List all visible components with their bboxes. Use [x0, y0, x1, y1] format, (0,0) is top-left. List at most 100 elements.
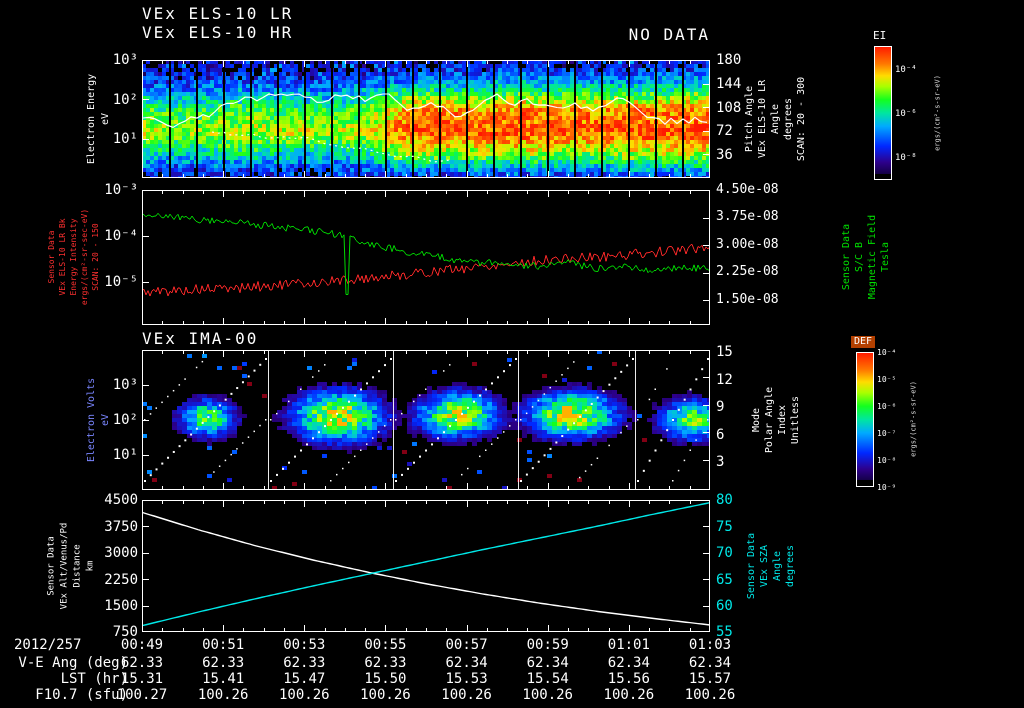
time-tick-label: 00:57: [445, 637, 488, 653]
info-row-value: 62.33: [120, 655, 164, 671]
panel1-title-lr: VEx ELS-10 LR: [142, 4, 294, 23]
y-tick-label: 180: [716, 52, 742, 69]
panel3-right-axis-label: Polar Angle: [764, 386, 775, 454]
panel2-right-axis-label: Tesla: [880, 241, 891, 273]
time-tick-label: 00:53: [283, 637, 326, 653]
info-row-value: 62.34: [688, 655, 732, 671]
info-row-value: 100.26: [603, 687, 655, 703]
info-row-value: 62.34: [607, 655, 650, 671]
panel3-right-axis-label: Index: [777, 404, 788, 436]
info-row-value: 15.56: [607, 671, 650, 687]
time-tick-label: 00:51: [202, 637, 245, 653]
panel3-y-axis-label: eV: [100, 413, 111, 427]
panel2-y-axis-label: SCAN: 20 - 150: [91, 223, 100, 291]
y-tick-label: 10⁻³: [104, 182, 138, 199]
info-row-value: 15.53: [445, 671, 488, 687]
info-row-value: 100.26: [197, 687, 249, 703]
info-row-value: 15.31: [120, 671, 164, 687]
y-tick-label: 1.50e-08: [716, 291, 779, 307]
info-row-value: 100.26: [360, 687, 411, 703]
info-row-value: 100.27: [116, 687, 168, 703]
els-colorbar-canvas: [874, 46, 892, 180]
panel2-y-axis-label: Sensor Data: [47, 230, 56, 284]
colorbar-tick-label: 10⁻⁸: [895, 153, 917, 164]
panel4-y-axis-label: Sensor Data: [46, 536, 57, 596]
panel3-right-axis-label: Unitless: [790, 395, 801, 445]
info-row-value: 62.33: [202, 655, 245, 671]
y-tick-label: 2250: [104, 571, 138, 588]
info-row-value: 15.41: [202, 671, 245, 687]
date-label: 2012/257: [14, 637, 82, 653]
panel4-right-axis-label: degrees: [785, 544, 796, 588]
y-tick-label: 9: [716, 399, 725, 416]
colorbar1-title: EI: [873, 29, 887, 42]
panel1-right-axis-label: VEx ELS-10 LR: [757, 79, 768, 159]
y-tick-label: 3000: [104, 545, 138, 562]
colorbar-tick-label: 10⁻⁷: [877, 428, 897, 438]
intensity-bfield-plot-canvas: [142, 190, 710, 325]
panel2-right-axis-label: S/C B: [854, 241, 865, 273]
y-tick-label: 3: [716, 453, 725, 470]
panel4-y-axis-label: VEx Alt/Venus/Pd: [59, 522, 70, 610]
info-row-value: 15.47: [283, 671, 326, 687]
time-tick-label: 00:49: [120, 637, 164, 653]
info-row-value: 15.54: [526, 671, 569, 687]
colorbar-tick-label: 10⁻⁹: [877, 482, 897, 492]
y-tick-label: 4500: [104, 492, 138, 509]
info-row-value: 100.26: [522, 687, 573, 703]
colorbar-tick-label: 10⁻⁶: [895, 109, 917, 120]
panel1-y-axis-label: eV: [100, 112, 111, 126]
panel1-title-hr: VEx ELS-10 HR: [142, 23, 294, 42]
y-tick-label: 3750: [104, 518, 138, 535]
colorbar3-title: DEF: [851, 336, 876, 348]
colorbar3-units: ergs/(cm²-s-sr-eV): [909, 381, 918, 457]
panel1-right-axis-label: Pitch Angle: [744, 85, 755, 153]
panel2-y-axis-label: ergs/(cm²-sr-sec-eV): [80, 208, 89, 306]
vex-science-display: VEx ELS-10 LR VEx ELS-10 HR NO DATA VEx …: [0, 0, 1024, 708]
panel2-right-axis-label: Sensor Data: [841, 223, 852, 291]
no-data-label: NO DATA: [628, 25, 710, 44]
info-row-value: 62.33: [364, 655, 407, 671]
y-tick-label: 6: [716, 426, 725, 443]
y-tick-label: 15: [716, 344, 733, 361]
panel2-y-axis-label: Energy Intensity: [69, 218, 78, 296]
info-row-value: 100.26: [441, 687, 492, 703]
info-row-value: 62.34: [445, 655, 488, 671]
colorbar-tick-label: 10⁻⁵: [877, 374, 897, 384]
y-tick-label: 60: [716, 597, 733, 614]
panel3-y-axis-label: Electron Volts: [86, 377, 97, 463]
time-tick-label: 01:01: [607, 637, 650, 653]
panel4-right-axis-label: Angle: [772, 550, 783, 582]
info-row-value: 100.26: [684, 687, 736, 703]
panel1-right-axis-label: SCAN: 20 - 300: [796, 76, 807, 162]
panel4-y-axis-label: Distance: [72, 544, 83, 588]
colorbar1-units: ergs/(cm²-s-sr-eV): [933, 75, 942, 151]
panel1-right-axis-label: degrees: [783, 97, 794, 141]
colorbar-tick-label: 10⁻⁴: [877, 347, 897, 357]
panel1-right-axis-label: Angle: [770, 103, 781, 135]
y-tick-label: 1500: [104, 597, 138, 614]
y-tick-label: 2.25e-08: [716, 264, 779, 280]
info-row-value: 62.33: [283, 655, 326, 671]
ima-colorbar-canvas: [856, 352, 874, 487]
els-spectrogram-canvas: [142, 60, 710, 178]
y-tick-label: 3.75e-08: [716, 209, 779, 225]
panel4-right-axis-label: VEx SZA: [759, 544, 770, 588]
panel2-y-axis-label: VEx ELS-10 LR Bk: [58, 218, 67, 296]
panel4-right-axis-label: Sensor Data: [746, 532, 757, 600]
panel3-title: VEx IMA-00: [142, 329, 259, 348]
info-row-value: 100.26: [278, 687, 330, 703]
colorbar-tick-label: 10⁻⁴: [895, 65, 917, 76]
info-row-value: 62.34: [526, 655, 569, 671]
panel3-right-axis-label: Mode: [751, 407, 762, 433]
ima-spectrogram-canvas: [142, 350, 710, 490]
panel1-y-axis-label: Electron Energy: [86, 73, 97, 165]
panel4-y-axis-label: km: [85, 560, 96, 572]
time-tick-label: 00:55: [364, 637, 407, 653]
time-tick-label: 00:59: [526, 637, 569, 653]
altitude-sza-plot-canvas: [142, 500, 710, 632]
colorbar-tick-label: 10⁻⁸: [877, 455, 897, 465]
info-row-value: 15.57: [688, 671, 732, 687]
panel2-right-axis-label: Magnetic Field: [867, 214, 878, 300]
info-row-value: 15.50: [364, 671, 407, 687]
